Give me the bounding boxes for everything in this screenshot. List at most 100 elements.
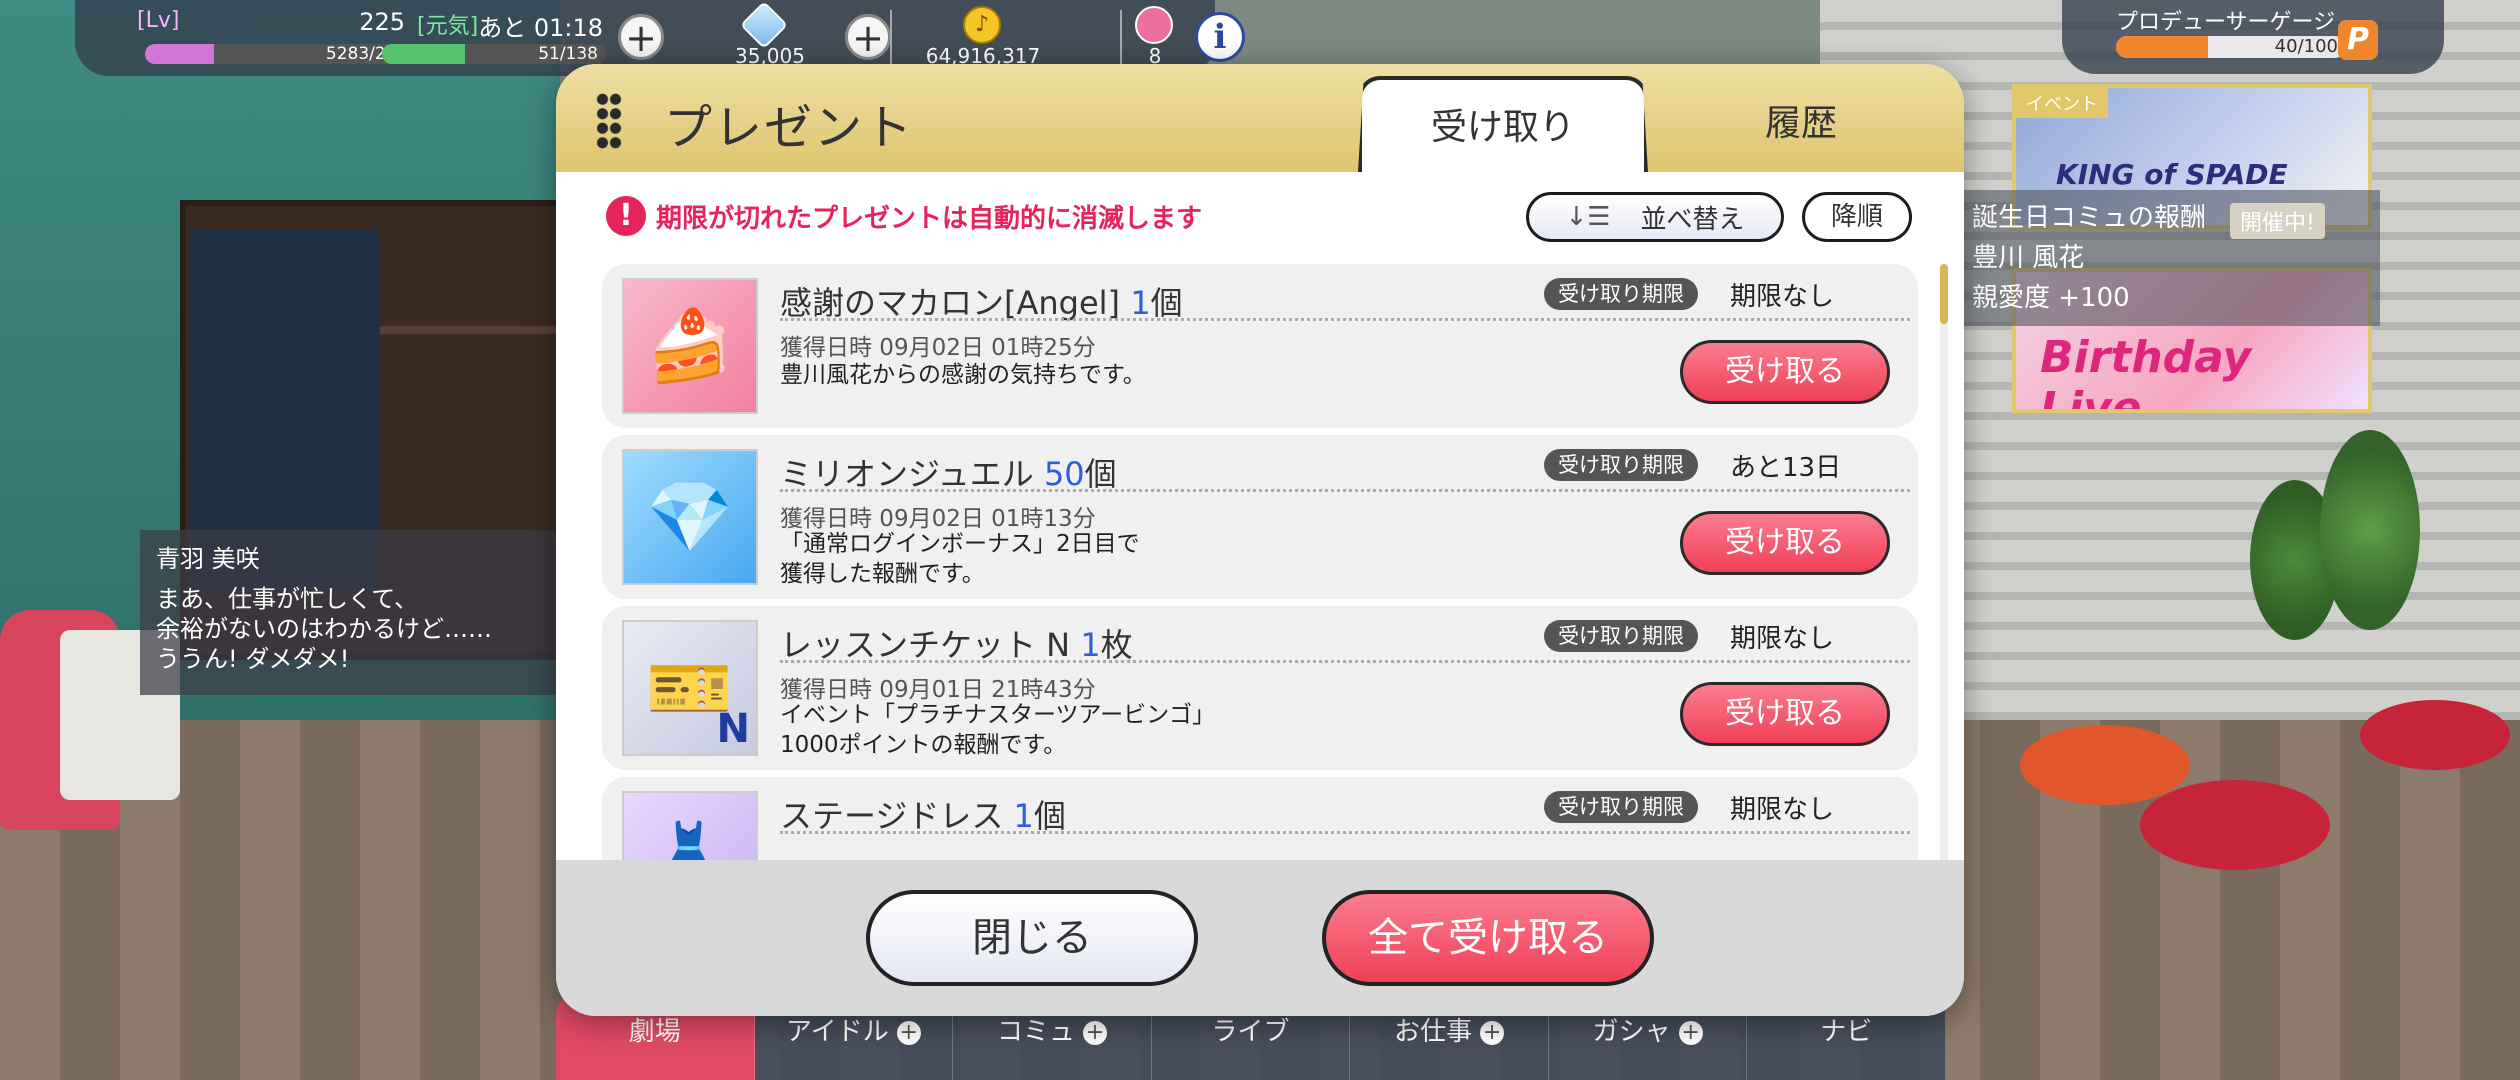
deadline-value: 期限なし xyxy=(1730,795,1835,825)
deadline-value: 期限なし xyxy=(1730,624,1835,654)
tab-history[interactable]: 履歴 xyxy=(1656,76,1946,172)
dialogue-text: まあ、仕事が忙しくて、 余裕がないのはわかるけど…… ううん! ダメダメ! xyxy=(156,585,492,673)
obtained-time: 獲得日時 09月02日 01時13分 xyxy=(780,506,1096,532)
deadline-label: 受け取り期限 xyxy=(1544,791,1698,823)
reward-line: 親愛度 +100 xyxy=(1972,283,2130,313)
present-modal: プレゼント 受け取り 履歴 ! 期限が切れたプレゼントは自動的に消滅します ↓☰… xyxy=(556,64,1964,1016)
producer-gauge-fill xyxy=(2116,36,2208,58)
list-item: 🎫 N レッスンチケット N 1枚 受け取り期限 期限なし 獲得日時 09月01… xyxy=(602,606,1918,770)
ticket-rank-n: N xyxy=(716,706,750,752)
level-label: [Lv] xyxy=(137,8,180,33)
stool xyxy=(2140,780,2330,870)
birthday-title: Birthday Live xyxy=(2040,332,2252,413)
obtained-time: 獲得日時 09月01日 21時43分 xyxy=(780,677,1096,703)
modal-title: プレゼント xyxy=(664,100,915,156)
obtained-time: 獲得日時 09月02日 01時25分 xyxy=(780,335,1096,361)
item-name-text: ステージドレス xyxy=(780,797,1004,835)
close-button[interactable]: 閉じる xyxy=(866,890,1198,986)
stamina-label: [元気] xyxy=(417,14,479,39)
sort-icon: ↓☰ xyxy=(1565,202,1611,232)
xp-bar-fill xyxy=(145,44,214,64)
add-jewel-button[interactable]: + xyxy=(845,14,891,60)
event-tag: イベント xyxy=(2016,88,2108,118)
jewel-item-image: 💎 xyxy=(622,449,758,585)
level-value: 225 xyxy=(359,8,405,36)
stool xyxy=(2360,700,2510,770)
jewel-icon: 💎 xyxy=(646,475,734,558)
producer-gauge-bar: 40/100 xyxy=(2116,36,2346,58)
info-button[interactable]: i xyxy=(1195,12,1245,62)
hud-divider xyxy=(1120,10,1122,68)
producer-p-icon: P xyxy=(2338,20,2378,60)
nav-label: コミュ xyxy=(996,1017,1075,1047)
present-list[interactable]: 🍰 感謝のマカロン[Angel] 1個 受け取り期限 期限なし 獲得日時 09月… xyxy=(602,264,1924,919)
money-icon: ♪ xyxy=(963,6,1001,44)
dotted-divider xyxy=(780,489,1910,492)
expiry-warning: ! 期限が切れたプレゼントは自動的に消滅します xyxy=(606,196,1202,236)
receive-button[interactable]: 受け取る xyxy=(1680,511,1890,575)
add-stamina-button[interactable]: + xyxy=(618,14,664,60)
stamina-timer: あと 01:18 xyxy=(478,14,603,42)
macaron-item-image: 🍰 xyxy=(622,278,758,414)
list-item: 💎 ミリオンジュエル 50個 受け取り期限 あと13日 獲得日時 09月02日 … xyxy=(602,435,1918,599)
receive-all-button[interactable]: 全て受け取る xyxy=(1322,890,1654,986)
item-name-text: 感謝のマカロン[Angel] xyxy=(780,284,1121,322)
item-unit: 個 xyxy=(1150,284,1183,322)
nav-label: ガシャ xyxy=(1592,1017,1671,1047)
scrollbar-thumb[interactable] xyxy=(1940,264,1948,324)
ticket-item-image: 🎫 N xyxy=(622,620,758,756)
receive-button[interactable]: 受け取る xyxy=(1680,340,1890,404)
nav-label: お仕事 xyxy=(1394,1017,1473,1047)
nav-label: ナビ xyxy=(1820,1017,1873,1047)
item-description: イベント「プラチナスターツアービンゴ」 1000ポイントの報酬です。 xyxy=(780,702,1216,758)
macaron-icon: 🍰 xyxy=(646,304,734,387)
tab-receive[interactable]: 受け取り xyxy=(1358,76,1648,172)
producer-gauge[interactable]: プロデューサーゲージ 40/100 P xyxy=(2062,0,2444,74)
dotted-divider xyxy=(780,831,1910,834)
dotted-divider xyxy=(780,318,1910,321)
item-quantity: 1 xyxy=(1013,797,1034,835)
producer-gauge-label: プロデューサーゲージ xyxy=(2116,10,2336,35)
nav-label: ライブ xyxy=(1211,1017,1290,1047)
item-unit: 個 xyxy=(1033,797,1066,835)
ticket-icon xyxy=(1135,6,1173,44)
reward-line: 豊川 風花 xyxy=(1972,243,2085,273)
item-description: 「通常ログインボーナス」2日目で 獲得した報酬です。 xyxy=(780,531,1140,587)
dialogue-speaker: 青羽 美咲 xyxy=(156,545,260,573)
list-scrollbar[interactable] xyxy=(1940,264,1948,919)
deadline-value: あと13日 xyxy=(1730,453,1842,483)
item-unit: 枚 xyxy=(1100,626,1133,664)
deadline-label: 受け取り期限 xyxy=(1544,449,1698,481)
deadline-value: 期限なし xyxy=(1730,282,1835,312)
warning-text: 期限が切れたプレゼントは自動的に消滅します xyxy=(656,203,1203,234)
deadline-label: 受け取り期限 xyxy=(1544,620,1698,652)
item-quantity: 50 xyxy=(1043,455,1085,493)
plus-icon: + xyxy=(1480,1020,1505,1045)
plus-icon: + xyxy=(1082,1020,1107,1045)
event-title: KING of SPADE xyxy=(2056,158,2288,191)
stool xyxy=(2020,725,2190,805)
stamina-text: 51/138 xyxy=(538,44,598,64)
deadline-label: 受け取り期限 xyxy=(1544,278,1698,310)
stamina-bar: 51/138 xyxy=(382,44,606,64)
dialogue-box: 青羽 美咲 まあ、仕事が忙しくて、 余裕がないのはわかるけど…… ううん! ダメ… xyxy=(140,530,570,695)
hud-divider xyxy=(890,10,892,68)
item-name-text: レッスンチケット N xyxy=(780,626,1071,664)
sort-label: 並べ替え xyxy=(1640,204,1745,235)
sort-button[interactable]: ↓☰ 並べ替え xyxy=(1526,192,1784,242)
item-unit: 個 xyxy=(1084,455,1117,493)
plant xyxy=(2320,430,2420,630)
jewel-icon xyxy=(739,0,789,50)
drag-grip-icon[interactable] xyxy=(596,92,622,150)
dotted-divider xyxy=(780,660,1910,663)
plus-icon: + xyxy=(1678,1020,1703,1045)
order-button[interactable]: 降順 xyxy=(1802,192,1912,242)
exclamation-icon: ! xyxy=(606,196,646,236)
receive-button[interactable]: 受け取る xyxy=(1680,682,1890,746)
stamina-bar-fill xyxy=(382,44,465,64)
nav-label: アイドル xyxy=(786,1017,889,1047)
modal-footer: 閉じる 全て受け取る xyxy=(556,860,1964,1016)
modal-header: プレゼント 受け取り 履歴 xyxy=(556,64,1964,172)
item-quantity: 1 xyxy=(1080,626,1101,664)
producer-gauge-text: 40/100 xyxy=(2274,36,2338,57)
